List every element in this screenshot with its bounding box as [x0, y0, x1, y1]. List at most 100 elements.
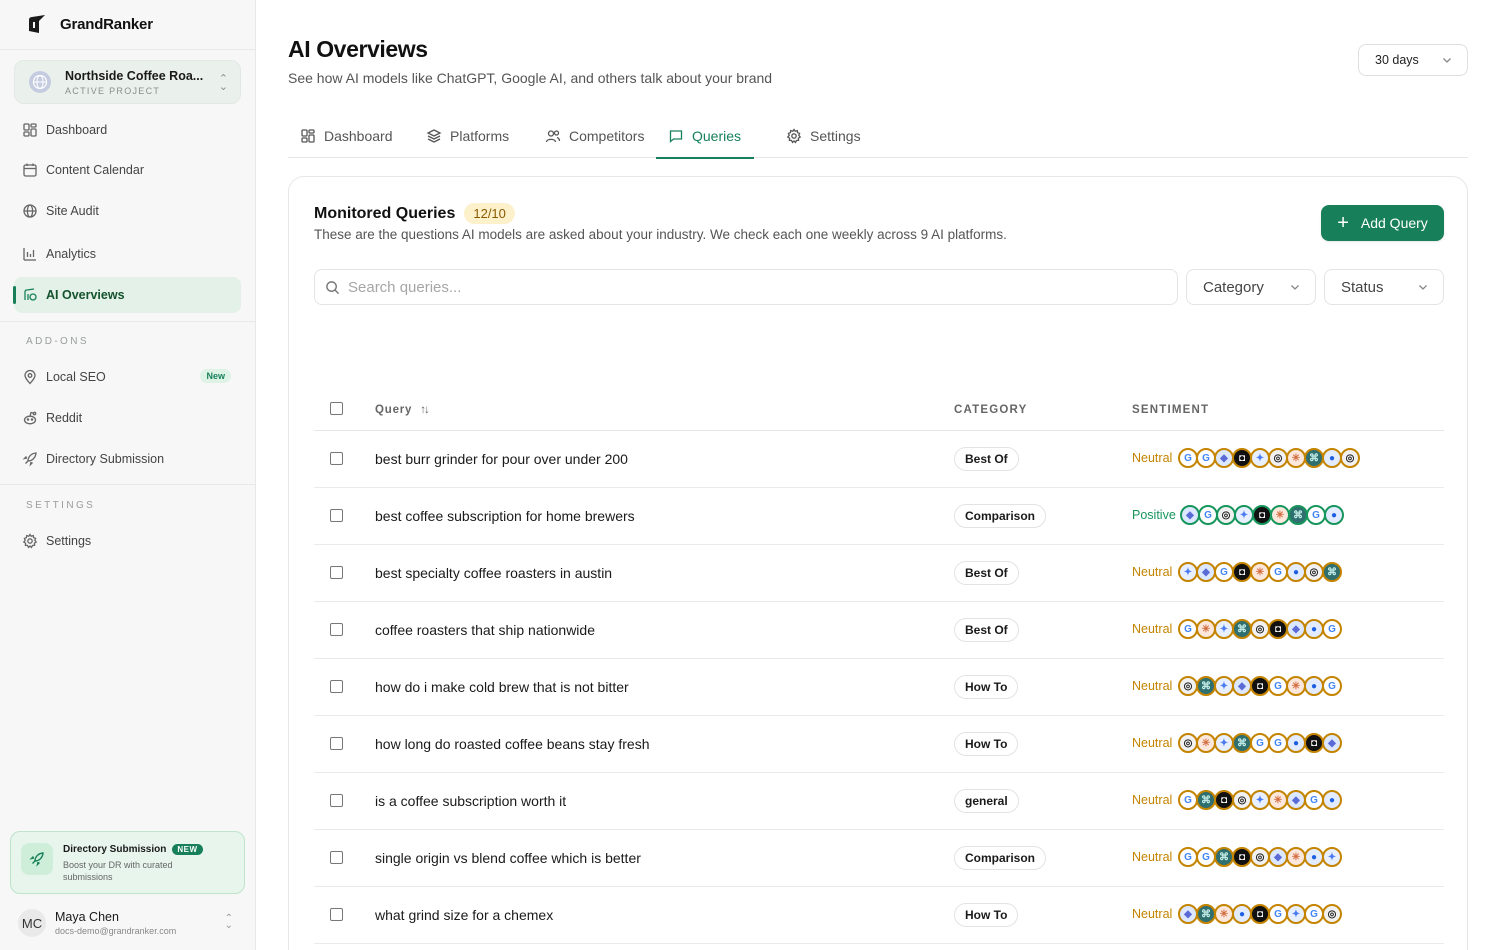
sidebar-item-analytics[interactable]: Analytics — [14, 236, 241, 272]
sidebar-item-dashboard[interactable]: Dashboard — [14, 112, 241, 148]
table-row[interactable]: best coffee subscription for home brewer… — [314, 488, 1444, 545]
sidebar-item-settings[interactable]: Settings — [14, 523, 241, 559]
meta-icon: ● — [1304, 619, 1324, 639]
row-checkbox[interactable] — [330, 851, 343, 864]
gear-icon — [786, 128, 802, 144]
project-switcher[interactable]: Northside Coffee Roa... ACTIVE PROJECT ⌃… — [14, 60, 241, 104]
query-text[interactable]: what grind size for a chemex — [375, 907, 553, 923]
category-badge: Best Of — [954, 447, 1019, 471]
claude-icon: ✳ — [1196, 619, 1216, 639]
table-row[interactable]: is a coffee subscription worth it general… — [314, 773, 1444, 830]
promo-title-text: Directory Submission — [63, 844, 167, 855]
category-badge: How To — [954, 675, 1019, 699]
sidebar-item-content-calendar[interactable]: Content Calendar — [14, 152, 241, 188]
row-checkbox[interactable] — [330, 737, 343, 750]
row-checkbox[interactable] — [330, 623, 343, 636]
card-title-text: Monitored Queries — [314, 204, 456, 222]
tab-settings[interactable]: Settings — [786, 114, 861, 158]
openai-icon: ◎ — [1250, 847, 1270, 867]
google-icon: G — [1304, 790, 1324, 810]
table-row[interactable]: best specialty coffee roasters in austin… — [314, 545, 1444, 602]
column-header-query[interactable]: Query ↑↓ — [375, 404, 430, 416]
calendar-icon — [23, 163, 37, 177]
app-logo[interactable]: GrandRanker — [26, 13, 153, 35]
directory-submission-promo[interactable]: Directory Submission NEW Boost your DR w… — [10, 831, 245, 894]
tab-competitors[interactable]: Competitors — [545, 114, 644, 158]
date-range-select[interactable]: 30 days — [1358, 44, 1468, 76]
tab-queries[interactable]: Queries — [656, 114, 754, 159]
claude-icon: ✳ — [1286, 676, 1306, 696]
project-label: ACTIVE PROJECT — [65, 85, 161, 96]
query-text[interactable]: how long do roasted coffee beans stay fr… — [375, 736, 649, 752]
row-checkbox[interactable] — [330, 452, 343, 465]
table-row[interactable]: best burr grinder for pour over under 20… — [314, 431, 1444, 488]
chevron-updown-icon: ⌃ ⌄ — [224, 913, 233, 931]
tab-label: Dashboard — [324, 128, 393, 144]
google-icon: G — [1268, 676, 1288, 696]
select-all-checkbox[interactable] — [330, 402, 343, 415]
row-checkbox[interactable] — [330, 509, 343, 522]
card-title: Monitored Queries 12/10 — [314, 203, 515, 224]
row-checkbox[interactable] — [330, 908, 343, 921]
tab-label: Platforms — [450, 128, 510, 144]
google-icon: G — [1250, 733, 1270, 753]
gemini-icon: ✦ — [1234, 505, 1254, 525]
claude-icon: ✳ — [1250, 562, 1270, 582]
grid-icon — [301, 129, 315, 143]
search-input[interactable] — [348, 278, 1148, 296]
query-text[interactable]: single origin vs blend coffee which is b… — [375, 850, 641, 866]
sidebar-item-directory-submission[interactable]: Directory Submission — [14, 441, 241, 477]
add-query-button[interactable]: + Add Query — [1321, 205, 1444, 241]
project-name: Northside Coffee Roa... — [65, 68, 204, 83]
new-tag: NEW — [172, 844, 203, 855]
table-row[interactable]: how do i make cold brew that is not bitt… — [314, 659, 1444, 716]
sidebar-item-reddit[interactable]: Reddit — [14, 400, 241, 436]
user-menu[interactable]: MC Maya Chen docs-demo@grandranker.com ⌃… — [18, 905, 243, 941]
table-body: best burr grinder for pour over under 20… — [314, 431, 1444, 944]
gemini-icon: ✦ — [1178, 562, 1198, 582]
row-checkbox[interactable] — [330, 794, 343, 807]
sidebar-item-ai-overviews[interactable]: AI Overviews — [13, 277, 241, 313]
sidebar: GrandRanker Northside Coffee Roa... ACTI… — [0, 0, 256, 950]
chevron-updown-icon: ⌃ ⌄ — [218, 73, 228, 93]
table-row[interactable]: single origin vs blend coffee which is b… — [314, 830, 1444, 887]
copilot-icon: ◆ — [1322, 733, 1342, 753]
tab-label: Settings — [810, 128, 861, 144]
google-icon: G — [1322, 619, 1342, 639]
table-row[interactable]: what grind size for a chemex How To Neutra… — [314, 887, 1444, 944]
category-filter[interactable]: Category — [1186, 269, 1316, 305]
search-box[interactable] — [314, 269, 1178, 305]
sidebar-item-label: Site Audit — [46, 204, 99, 218]
gemini-icon: ✦ — [1250, 448, 1270, 468]
sidebar-item-label: AI Overviews — [46, 288, 125, 302]
query-text[interactable]: best coffee subscription for home brewer… — [375, 508, 635, 524]
query-count-badge: 12/10 — [464, 203, 515, 224]
row-checkbox[interactable] — [330, 680, 343, 693]
query-text[interactable]: coffee roasters that ship nationwide — [375, 622, 595, 638]
sidebar-item-site-audit[interactable]: Site Audit — [14, 193, 241, 229]
tab-platforms[interactable]: Platforms — [426, 114, 509, 158]
table-row[interactable]: how long do roasted coffee beans stay fr… — [314, 716, 1444, 773]
tab-dashboard[interactable]: Dashboard — [300, 114, 393, 158]
openai-icon: ◎ — [1216, 505, 1236, 525]
query-text[interactable]: best burr grinder for pour over under 20… — [375, 451, 628, 467]
search-icon — [326, 280, 340, 294]
gemini-icon: ✦ — [1214, 619, 1234, 639]
perplexity-icon: ⌘ — [1232, 733, 1252, 753]
query-text[interactable]: how do i make cold brew that is not bitt… — [375, 679, 629, 695]
category-badge: How To — [954, 903, 1019, 927]
user-email: docs-demo@grandranker.com — [55, 926, 177, 936]
google-icon: G — [1304, 904, 1324, 924]
queries-table: Query ↑↓ CATEGORY SENTIMENT best burr gr… — [314, 391, 1444, 944]
query-text[interactable]: best specialty coffee roasters in austin — [375, 565, 612, 581]
bar-chart-icon — [23, 248, 36, 261]
google-icon: G — [1196, 847, 1216, 867]
status-filter[interactable]: Status — [1324, 269, 1444, 305]
card-description: These are the questions AI models are as… — [314, 227, 1007, 242]
table-row[interactable]: coffee roasters that ship nationwide Best… — [314, 602, 1444, 659]
query-text[interactable]: is a coffee subscription worth it — [375, 793, 566, 809]
sidebar-item-label: Content Calendar — [46, 163, 144, 177]
row-checkbox[interactable] — [330, 566, 343, 579]
sidebar-item-local-seo[interactable]: Local SEO New — [14, 359, 241, 395]
openai-icon: ◎ — [1322, 904, 1342, 924]
